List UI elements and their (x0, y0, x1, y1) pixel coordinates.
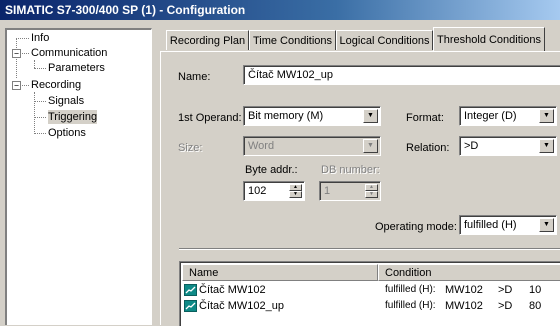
table-row[interactable]: Čítač MW102 fulfilled (H): MW102 >D 10 (182, 282, 560, 298)
operating-mode-value: fulfilled (H) (464, 219, 517, 231)
row-mode: fulfilled (H): (385, 300, 436, 311)
relation-label: Relation: (406, 142, 450, 154)
threshold-condition-icon (184, 300, 197, 312)
size-label: Size: (178, 142, 203, 154)
tree-connector (34, 92, 35, 134)
tree-connector (22, 53, 29, 54)
column-header-name[interactable]: Name (182, 264, 378, 281)
conditions-table: Name Condition Čítač MW102 fulfilled (H)… (179, 261, 560, 326)
row-mode: fulfilled (H): (385, 284, 436, 295)
tree-item-parameters[interactable]: Parameters (48, 61, 105, 75)
tree-connector (16, 38, 29, 39)
operand-value: Bit memory (M) (248, 110, 324, 122)
dropdown-arrow-icon[interactable]: ▼ (539, 109, 554, 123)
threshold-conditions-panel: Name: Čítač MW102_up 1st Operand: Bit me… (160, 51, 560, 326)
relation-dropdown[interactable]: >D ▼ (459, 136, 557, 156)
tree-connector (34, 101, 46, 102)
table-row[interactable]: Čítač MW102_up fulfilled (H): MW102 >D 8… (182, 298, 560, 314)
size-dropdown: Word ▼ (243, 136, 381, 156)
row-value: 80 (529, 300, 542, 312)
tree-item-signals[interactable]: Signals (48, 94, 84, 108)
row-relation: >D (498, 284, 513, 296)
tab-recording-plan[interactable]: Recording Plan (166, 30, 249, 50)
db-number-spinner: ▲ ▼ (365, 184, 378, 198)
collapse-icon[interactable]: − (12, 49, 21, 58)
row-name: Čítač MW102_up (199, 300, 284, 312)
name-field[interactable]: Čítač MW102_up (243, 65, 560, 85)
db-number-field: 1 ▲ ▼ (319, 181, 381, 201)
byte-addr-field[interactable]: 102 ▲ ▼ (243, 181, 305, 201)
tree-connector (34, 68, 46, 69)
column-header-condition[interactable]: Condition (378, 264, 560, 281)
threshold-condition-icon (184, 284, 197, 296)
db-number-label: DB number: (321, 164, 380, 176)
tree-connector (34, 133, 46, 134)
tree-connector (34, 60, 35, 68)
byte-addr-spinner[interactable]: ▲ ▼ (289, 184, 302, 198)
window-title: SIMATIC S7-300/400 SP (1) - Configuratio… (0, 0, 560, 20)
operand-dropdown[interactable]: Bit memory (M) ▼ (243, 106, 381, 126)
tree-connector (16, 38, 17, 78)
tab-time-conditions[interactable]: Time Conditions (249, 30, 336, 50)
tab-threshold-conditions[interactable]: Threshold Conditions (433, 27, 545, 51)
name-label: Name: (178, 71, 211, 83)
row-value: 10 (529, 284, 542, 296)
tree-item-options[interactable]: Options (48, 126, 86, 140)
spin-up-icon[interactable]: ▲ (289, 184, 302, 191)
dropdown-arrow-icon[interactable]: ▼ (539, 139, 554, 153)
spin-down-icon: ▼ (365, 191, 378, 198)
format-dropdown[interactable]: Integer (D) ▼ (459, 106, 557, 126)
operand-label: 1st Operand: (178, 112, 242, 124)
relation-value: >D (464, 140, 479, 152)
dropdown-arrow-icon[interactable]: ▼ (539, 218, 554, 232)
operating-mode-label: Operating mode: (375, 221, 457, 233)
format-value: Integer (D) (464, 110, 517, 122)
tree-connector (22, 85, 29, 86)
row-name: Čítač MW102 (199, 284, 266, 296)
byte-addr-value: 102 (248, 185, 267, 197)
spin-up-icon: ▲ (365, 184, 378, 191)
collapse-icon[interactable]: − (12, 81, 21, 90)
size-value: Word (248, 140, 275, 152)
dropdown-arrow-icon[interactable]: ▼ (363, 109, 378, 123)
row-operand: MW102 (445, 284, 483, 296)
tree-item-info[interactable]: Info (31, 31, 49, 45)
tab-logical-conditions[interactable]: Logical Conditions (336, 30, 433, 50)
tree-item-triggering[interactable]: Triggering (48, 110, 98, 124)
tree-item-recording[interactable]: Recording (31, 78, 81, 92)
operating-mode-dropdown[interactable]: fulfilled (H) ▼ (459, 215, 557, 235)
row-relation: >D (498, 300, 513, 312)
db-number-value: 1 (324, 185, 331, 197)
format-label: Format: (406, 112, 444, 124)
byte-addr-label: Byte addr.: (245, 164, 298, 176)
navigation-tree: Info − Communication Parameters − Record… (5, 28, 152, 325)
tree-connector (34, 117, 46, 118)
tree-item-communication[interactable]: Communication (31, 46, 107, 60)
row-operand: MW102 (445, 300, 483, 312)
separator (179, 248, 560, 250)
spin-down-icon[interactable]: ▼ (289, 191, 302, 198)
dropdown-arrow-icon: ▼ (363, 139, 378, 153)
